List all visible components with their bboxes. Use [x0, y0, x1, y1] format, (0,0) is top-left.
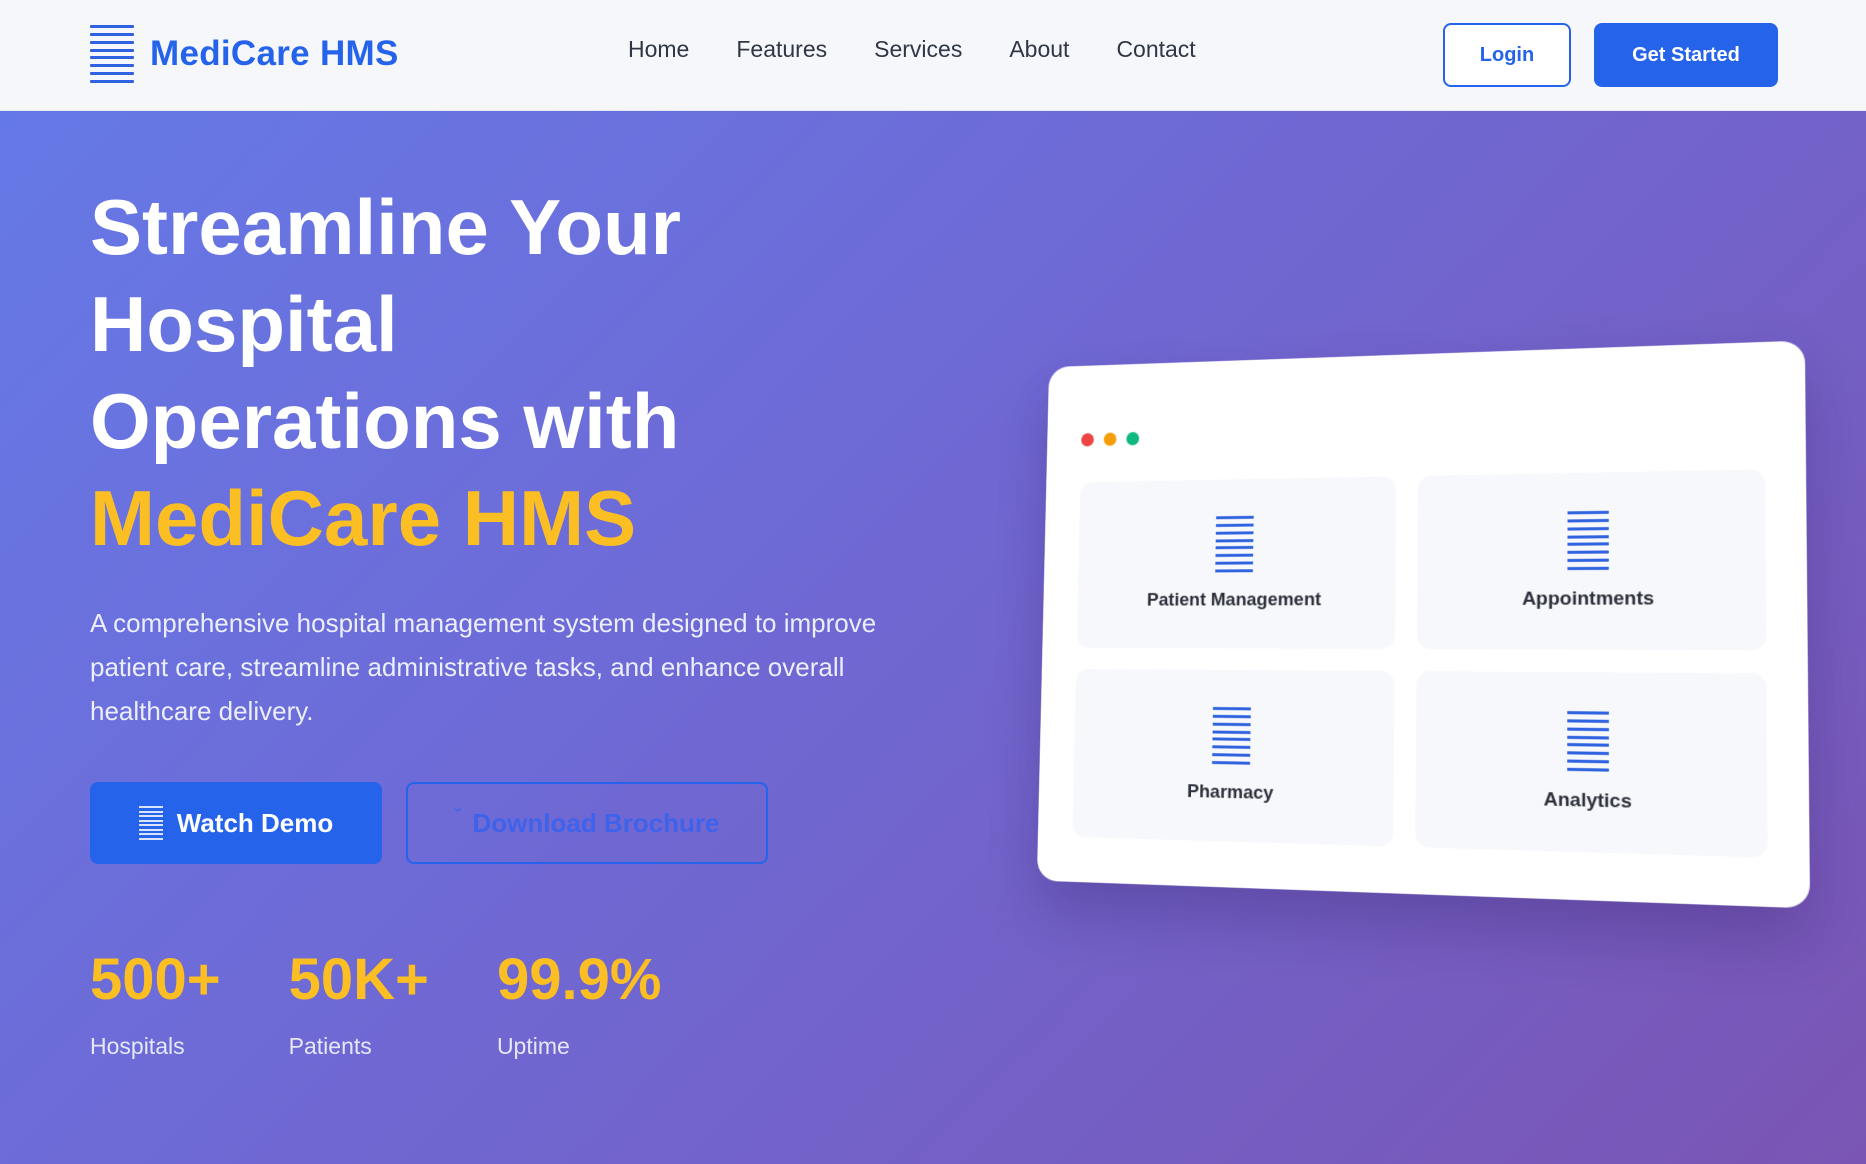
- tile-label: Analytics: [1543, 788, 1632, 813]
- tile-pharmacy[interactable]: Pharmacy: [1072, 668, 1395, 847]
- hero-title-line: Operations with: [90, 377, 680, 465]
- stat-label: Uptime: [496, 1033, 570, 1059]
- download-brochure-label: Download Brochure: [472, 807, 720, 838]
- download-brochure-button[interactable]: ˇ Download Brochure: [406, 782, 768, 864]
- stat-label: Patients: [288, 1033, 372, 1059]
- watch-demo-button[interactable]: Watch Demo: [90, 782, 382, 864]
- stat-label: Hospitals: [90, 1033, 185, 1059]
- stat-value: 500+: [90, 947, 221, 1012]
- nav-link-home[interactable]: Home: [628, 36, 689, 63]
- window-dot-green: [1126, 431, 1140, 446]
- page: MediCare HMS Home Features Services Abou…: [0, 0, 1866, 1164]
- nav-link-about[interactable]: About: [1009, 36, 1069, 63]
- tile-label: Patient Management: [1146, 589, 1322, 611]
- window-controls: [1081, 431, 1149, 447]
- menu-lines-icon: [1214, 515, 1254, 573]
- tile-appointments[interactable]: Appointments: [1416, 469, 1767, 651]
- hero-title-line: Streamline Your: [90, 183, 681, 271]
- hero-title-accent: MediCare HMS: [90, 474, 637, 562]
- hero-title-line: Hospital: [90, 280, 398, 368]
- hero-title: Streamline Your Hospital Operations with…: [90, 179, 810, 567]
- stats-row: 500+ Hospitals 50K+ Patients 99.9% Uptim…: [90, 949, 729, 1060]
- download-icon: ˇ: [454, 805, 461, 826]
- window-dot-red: [1081, 433, 1094, 447]
- tile-label: Appointments: [1522, 588, 1655, 610]
- tile-label: Pharmacy: [1187, 781, 1274, 805]
- stat-patients: 50K+ Patients: [289, 949, 429, 1060]
- tile-analytics[interactable]: Analytics: [1415, 671, 1768, 858]
- login-button[interactable]: Login: [1443, 23, 1571, 87]
- brand-name: MediCare HMS: [150, 34, 399, 73]
- get-started-button[interactable]: Get Started: [1594, 23, 1778, 87]
- main-nav: Home Features Services About Contact: [628, 36, 1243, 63]
- menu-lines-icon: [138, 806, 163, 840]
- feature-tiles: Patient Management Appointments Pharmacy…: [1072, 469, 1768, 858]
- watch-demo-label: Watch Demo: [176, 807, 334, 838]
- menu-lines-icon: [90, 25, 134, 83]
- menu-lines-icon: [1566, 510, 1609, 571]
- nav-link-contact[interactable]: Contact: [1116, 36, 1195, 63]
- menu-lines-icon: [1566, 711, 1609, 772]
- nav-link-services[interactable]: Services: [874, 36, 962, 63]
- dashboard-mockup: Patient Management Appointments Pharmacy…: [1036, 340, 1811, 909]
- tile-patient-management[interactable]: Patient Management: [1076, 476, 1397, 649]
- window-dot-yellow: [1103, 432, 1117, 447]
- nav-link-features[interactable]: Features: [736, 36, 827, 63]
- brand-logo[interactable]: MediCare HMS: [90, 24, 399, 84]
- navbar: MediCare HMS Home Features Services Abou…: [0, 0, 1866, 111]
- hero-description: A comprehensive hospital management syst…: [90, 608, 877, 726]
- menu-lines-icon: [1211, 706, 1251, 765]
- stat-value: 99.9%: [496, 947, 662, 1012]
- stat-value: 50K+: [288, 947, 429, 1012]
- stat-uptime: 99.9% Uptime: [497, 949, 661, 1060]
- stat-hospitals: 500+ Hospitals: [90, 949, 221, 1060]
